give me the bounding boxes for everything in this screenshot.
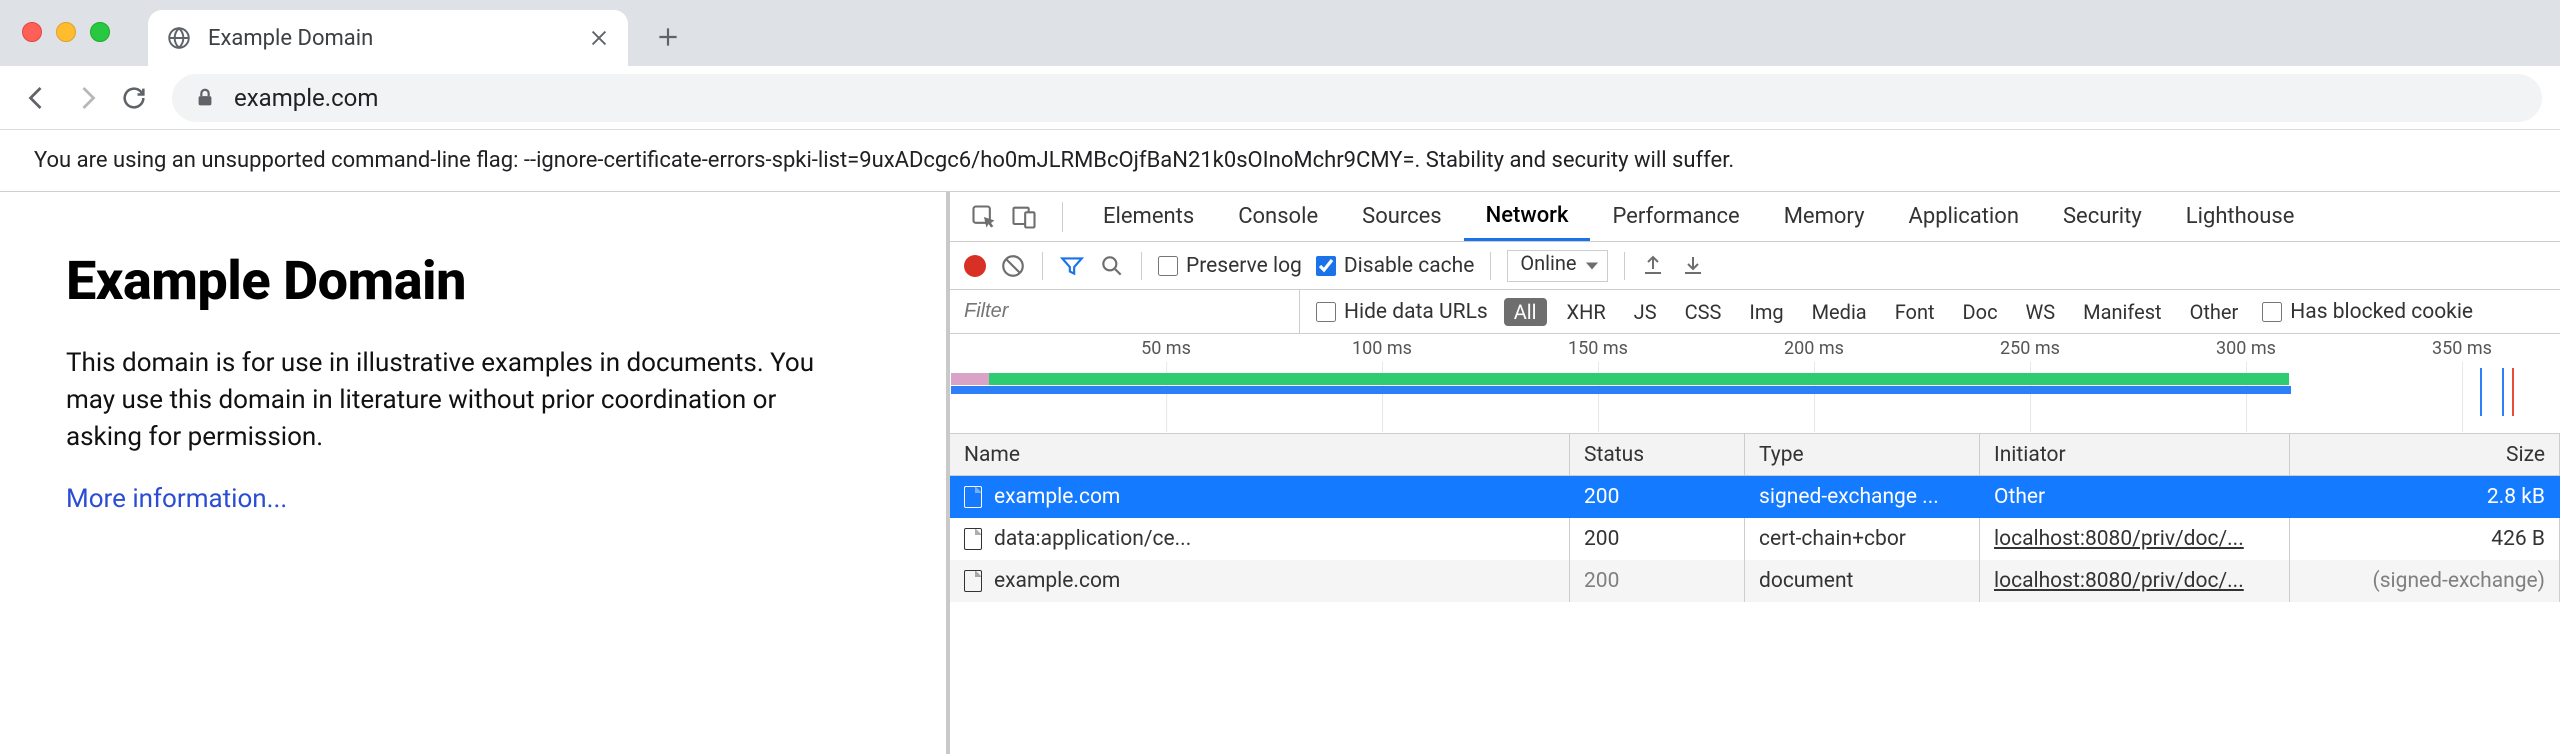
page-content: Example Domain This domain is for use in… <box>0 192 950 754</box>
clear-button[interactable] <box>1000 253 1026 279</box>
timeline-tick: 200 ms <box>1784 338 1844 359</box>
request-size: (signed-exchange) <box>2290 560 2560 602</box>
forward-button[interactable] <box>66 78 106 118</box>
browser-toolbar: example.com <box>0 66 2560 130</box>
inspect-icon[interactable] <box>970 203 998 231</box>
request-size: 2.8 kB <box>2290 476 2560 518</box>
request-type: signed-exchange ... <box>1745 476 1980 518</box>
devtools-tab-elements[interactable]: Elements <box>1081 192 1216 241</box>
col-status[interactable]: Status <box>1570 434 1745 475</box>
throttle-select[interactable]: Online <box>1507 250 1607 282</box>
address-bar[interactable]: example.com <box>172 74 2542 122</box>
devtools-tab-console[interactable]: Console <box>1216 192 1340 241</box>
filter-type-font[interactable]: Font <box>1887 298 1943 326</box>
new-tab-button[interactable] <box>644 13 692 61</box>
col-type[interactable]: Type <box>1745 434 1980 475</box>
request-size: 426 B <box>2290 518 2560 560</box>
network-toolbar: Preserve log Disable cache Online <box>950 242 2560 290</box>
lock-icon <box>194 87 216 109</box>
page-heading: Example Domain <box>66 250 880 313</box>
devtools-tab-network[interactable]: Network <box>1464 192 1591 241</box>
filter-input[interactable] <box>950 290 1300 333</box>
request-name: data:application/ce... <box>994 527 1191 551</box>
devtools-tabbar: ElementsConsoleSourcesNetworkPerformance… <box>950 192 2560 242</box>
timeline-tick: 50 ms <box>1141 338 1191 359</box>
tab-title: Example Domain <box>208 26 588 51</box>
browser-tab[interactable]: Example Domain <box>148 10 628 66</box>
filter-type-doc[interactable]: Doc <box>1955 298 2006 326</box>
file-icon <box>964 486 982 508</box>
device-toggle-icon[interactable] <box>1010 203 1038 231</box>
address-url: example.com <box>234 84 378 112</box>
request-type: cert-chain+cbor <box>1745 518 1980 560</box>
devtools-tab-application[interactable]: Application <box>1886 192 2040 241</box>
record-button[interactable] <box>964 255 986 277</box>
col-name[interactable]: Name <box>950 434 1570 475</box>
browser-tabstrip: Example Domain <box>0 0 2560 66</box>
network-timeline[interactable]: 50 ms 100 ms 150 ms 200 ms 250 ms 300 ms 350 m… <box>950 334 2560 434</box>
file-icon <box>964 528 982 550</box>
filter-type-other[interactable]: Other <box>2182 298 2247 326</box>
timeline-tick: 100 ms <box>1352 338 1412 359</box>
file-icon <box>964 570 982 592</box>
network-row[interactable]: data:application/ce... 200cert-chain+cbor… <box>950 518 2560 560</box>
network-row[interactable]: example.com 200documentlocalhost:8080/pri… <box>950 560 2560 602</box>
upload-har-icon[interactable] <box>1641 253 1667 279</box>
window-close[interactable] <box>22 22 42 42</box>
devtools-tab-memory[interactable]: Memory <box>1762 192 1887 241</box>
filter-type-ws[interactable]: WS <box>2018 298 2064 326</box>
page-paragraph: This domain is for use in illustrative e… <box>66 345 826 456</box>
request-initiator[interactable]: localhost:8080/priv/doc/... <box>1980 518 2290 560</box>
window-controls <box>22 22 110 42</box>
has-blocked-cookies-checkbox[interactable]: Has blocked cookie <box>2262 300 2473 324</box>
disable-cache-checkbox[interactable]: Disable cache <box>1316 254 1475 278</box>
request-type: document <box>1745 560 1980 602</box>
filter-type-js[interactable]: JS <box>1626 298 1665 326</box>
filter-type-manifest[interactable]: Manifest <box>2075 298 2169 326</box>
network-filterbar: Hide data URLs All XHR JS CSS Img Media Font Do… <box>950 290 2560 334</box>
devtools-tab-performance[interactable]: Performance <box>1590 192 1761 241</box>
preserve-log-checkbox[interactable]: Preserve log <box>1158 254 1302 278</box>
filter-type-media[interactable]: Media <box>1804 298 1875 326</box>
request-initiator[interactable]: localhost:8080/priv/doc/... <box>1980 560 2290 602</box>
window-minimize[interactable] <box>56 22 76 42</box>
network-row[interactable]: example.com 200signed-exchange ...Other2.… <box>950 476 2560 518</box>
filter-type-xhr[interactable]: XHR <box>1559 298 1614 326</box>
network-table: Name Status Type Initiator Size example.… <box>950 434 2560 754</box>
filter-type-img[interactable]: Img <box>1741 298 1791 326</box>
download-har-icon[interactable] <box>1681 253 1707 279</box>
infobar-warning: You are using an unsupported command-lin… <box>0 130 2560 192</box>
timeline-tick: 150 ms <box>1568 338 1628 359</box>
filter-type-all[interactable]: All <box>1504 298 1547 326</box>
request-initiator: Other <box>1980 476 2290 518</box>
search-icon[interactable] <box>1099 253 1125 279</box>
devtools-tab-lighthouse[interactable]: Lighthouse <box>2164 192 2317 241</box>
request-status: 200 <box>1570 476 1745 518</box>
timeline-tick: 350 ms <box>2432 338 2492 359</box>
globe-icon <box>166 25 192 51</box>
window-zoom[interactable] <box>90 22 110 42</box>
page-link[interactable]: More information... <box>66 484 287 514</box>
close-icon[interactable] <box>588 27 610 49</box>
request-status: 200 <box>1570 518 1745 560</box>
devtools-tab-security[interactable]: Security <box>2041 192 2164 241</box>
request-name: example.com <box>994 569 1120 593</box>
hide-data-urls-checkbox[interactable]: Hide data URLs <box>1316 300 1488 324</box>
timeline-tick: 300 ms <box>2216 338 2276 359</box>
back-button[interactable] <box>18 78 58 118</box>
filter-icon[interactable] <box>1059 253 1085 279</box>
request-name: example.com <box>994 485 1120 509</box>
reload-button[interactable] <box>114 78 154 118</box>
col-size[interactable]: Size <box>2290 434 2560 475</box>
devtools-tab-sources[interactable]: Sources <box>1340 192 1464 241</box>
request-status: 200 <box>1570 560 1745 602</box>
timeline-tick: 250 ms <box>2000 338 2060 359</box>
col-initiator[interactable]: Initiator <box>1980 434 2290 475</box>
filter-type-css[interactable]: CSS <box>1677 298 1730 326</box>
devtools-panel: ElementsConsoleSourcesNetworkPerformance… <box>950 192 2560 754</box>
